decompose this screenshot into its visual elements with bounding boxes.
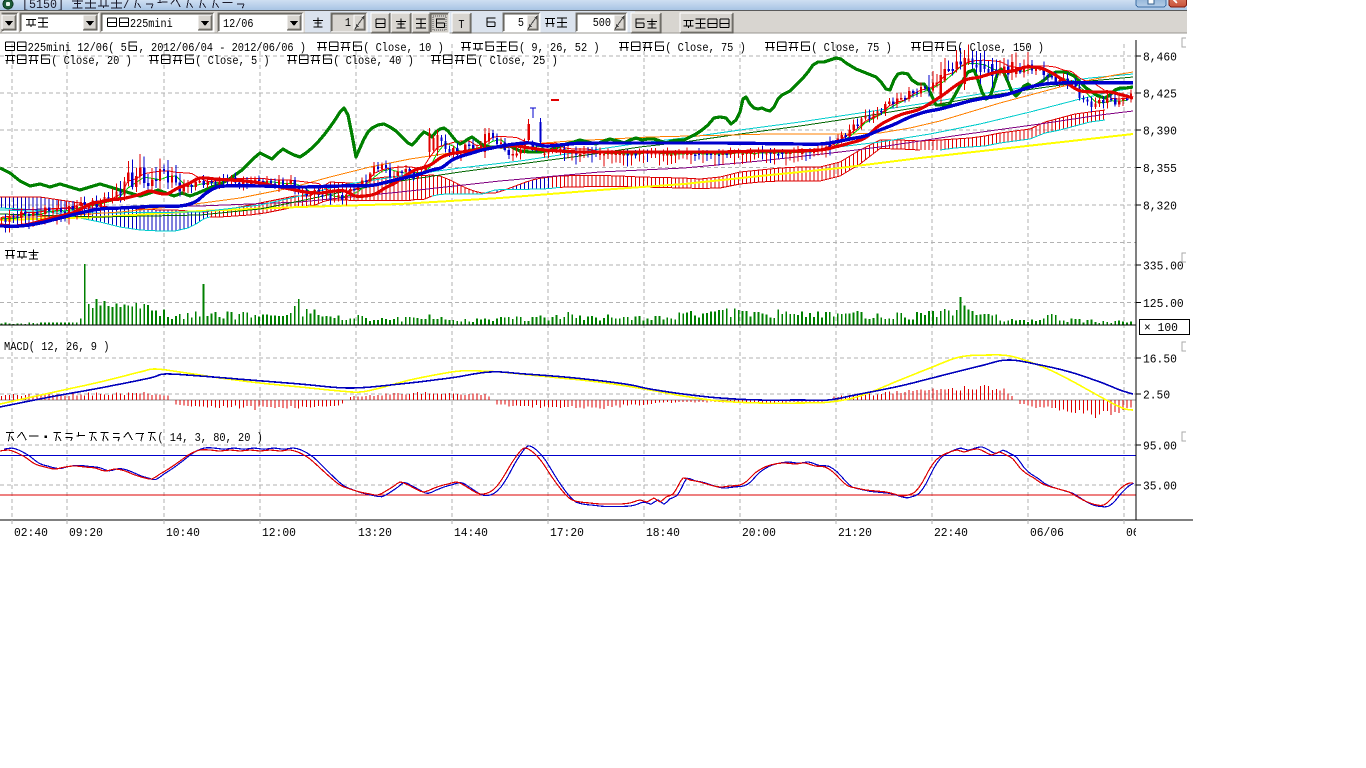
svg-text:8,320: 8,320 bbox=[1143, 200, 1177, 214]
svg-text:( Close, 5 ): ( Close, 5 ) bbox=[195, 54, 269, 68]
svg-text:02:40: 02:40 bbox=[14, 526, 48, 540]
svg-text:( 14, 3, 80, 20 ): ( 14, 3, 80, 20 ) bbox=[157, 431, 262, 445]
svg-text:( Close, 150 ): ( Close, 150 ) bbox=[957, 41, 1044, 55]
svg-text:, 2012/06/04 - 2012/06/06 ): , 2012/06/04 - 2012/06/06 ) bbox=[139, 41, 306, 55]
svg-text:( Close, 40 ): ( Close, 40 ) bbox=[333, 54, 414, 68]
svg-text:21:20: 21:20 bbox=[838, 526, 872, 540]
svg-text:( Close, 20 ): ( Close, 20 ) bbox=[51, 54, 132, 68]
svg-text:14:40: 14:40 bbox=[454, 526, 488, 540]
svg-text:06/06: 06/06 bbox=[1030, 526, 1064, 540]
svg-text:18:40: 18:40 bbox=[646, 526, 680, 540]
svg-text:13:20: 13:20 bbox=[358, 526, 392, 540]
svg-text:8,355: 8,355 bbox=[1143, 162, 1177, 176]
svg-text:T: T bbox=[458, 18, 464, 32]
svg-text:12/06: 12/06 bbox=[223, 17, 254, 31]
svg-text:× 100: × 100 bbox=[1144, 321, 1178, 335]
svg-text:12:00: 12:00 bbox=[262, 526, 296, 540]
svg-text:1: 1 bbox=[345, 16, 351, 30]
svg-text:125.00: 125.00 bbox=[1143, 297, 1184, 311]
svg-text:225mini: 225mini bbox=[130, 17, 173, 31]
svg-text:35.00: 35.00 bbox=[1143, 480, 1177, 494]
svg-text:MACD( 12, 26, 9 ): MACD( 12, 26, 9 ) bbox=[4, 340, 109, 354]
svg-text:20:00: 20:00 bbox=[742, 526, 776, 540]
svg-text:95.00: 95.00 bbox=[1143, 440, 1177, 454]
svg-text:( Close, 25 ): ( Close, 25 ) bbox=[477, 54, 558, 68]
svg-text:2.50: 2.50 bbox=[1143, 389, 1170, 403]
svg-text:09:20: 09:20 bbox=[69, 526, 103, 540]
svg-text:( Close, 75 ): ( Close, 75 ) bbox=[665, 41, 746, 55]
svg-text:335.00: 335.00 bbox=[1143, 260, 1184, 274]
svg-text:10:40: 10:40 bbox=[166, 526, 200, 540]
svg-text:( Close, 10 ): ( Close, 10 ) bbox=[363, 41, 444, 55]
svg-text:8,390: 8,390 bbox=[1143, 125, 1177, 139]
svg-text:16.50: 16.50 bbox=[1143, 353, 1177, 367]
svg-text:( 9, 26, 52 ): ( 9, 26, 52 ) bbox=[519, 41, 600, 55]
svg-text:8,425: 8,425 bbox=[1143, 88, 1177, 102]
svg-text:5: 5 bbox=[518, 16, 524, 30]
svg-text:225mini 12/06( 5: 225mini 12/06( 5 bbox=[28, 41, 127, 55]
svg-text:17:20: 17:20 bbox=[550, 526, 584, 540]
svg-text:( Close, 75 ): ( Close, 75 ) bbox=[811, 41, 892, 55]
svg-text:500: 500 bbox=[593, 16, 611, 30]
svg-text:8,460: 8,460 bbox=[1143, 51, 1177, 65]
svg-text:22:40: 22:40 bbox=[934, 526, 968, 540]
